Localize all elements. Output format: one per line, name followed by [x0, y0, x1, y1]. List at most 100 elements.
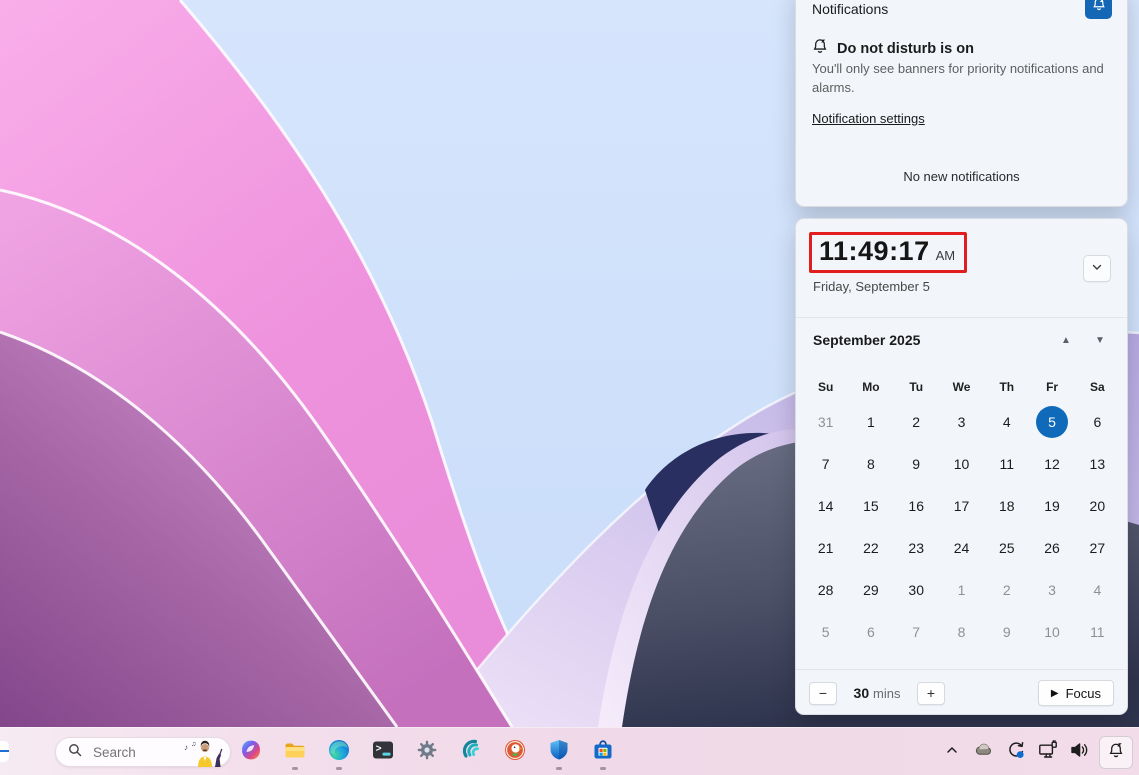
play-icon: ▶ [1051, 688, 1059, 699]
onedrive-tray-button[interactable] [971, 738, 997, 768]
calendar-day[interactable]: 16 [894, 485, 939, 527]
calendar-day[interactable]: 4 [984, 401, 1029, 443]
focus-plus-button[interactable]: + [917, 682, 945, 705]
running-indicator [292, 767, 298, 770]
windows-security-app-button[interactable] [547, 733, 571, 771]
calendar-day[interactable]: 27 [1075, 527, 1120, 569]
calendar-day[interactable]: 9 [894, 443, 939, 485]
calendar-day[interactable]: 3 [939, 401, 984, 443]
triangle-down-icon: ▼ [1095, 335, 1105, 346]
svg-text:♪: ♪ [184, 743, 188, 752]
terminal-icon: > [371, 738, 395, 767]
system-tray [939, 736, 1133, 769]
dnd-status-description: You'll only see banners for priority not… [812, 60, 1112, 98]
calendar-day[interactable]: 3 [1029, 569, 1074, 611]
calendar-day[interactable]: 12 [1029, 443, 1074, 485]
notification-settings-link[interactable]: Notification settings [812, 111, 925, 126]
calendar-day[interactable]: 15 [848, 485, 893, 527]
calendar-day[interactable]: 13 [1075, 443, 1120, 485]
calendar-prev-month-button[interactable]: ▲ [1049, 327, 1083, 353]
calendar-day[interactable]: 4 [1075, 569, 1120, 611]
calendar-day[interactable]: 6 [848, 611, 893, 653]
bell-sleep-icon [811, 37, 829, 60]
volume-tray-button[interactable] [1067, 738, 1093, 768]
microsoft-store-app-button[interactable] [591, 733, 615, 771]
calendar-day-header: We [939, 373, 984, 401]
update-pending-tray-button[interactable] [1003, 738, 1029, 768]
calendar-day[interactable]: 8 [848, 443, 893, 485]
duckduckgo-icon [503, 738, 527, 767]
calendar-day[interactable]: 2 [984, 569, 1029, 611]
calendar-day[interactable]: 18 [984, 485, 1029, 527]
calendar-day[interactable]: 10 [939, 443, 984, 485]
calendar-day[interactable]: 14 [803, 485, 848, 527]
calendar-grid: SuMoTuWeThFrSa31123456789101112131415161… [803, 373, 1120, 653]
waves-app-button[interactable] [459, 733, 483, 771]
file-explorer-app-button[interactable] [283, 733, 307, 771]
store-icon [591, 738, 615, 767]
svg-text:>: > [376, 744, 382, 755]
copilot-app-button[interactable] [239, 733, 263, 771]
start-button[interactable] [0, 741, 9, 762]
calendar-day[interactable]: 1 [939, 569, 984, 611]
calendar-day[interactable]: 24 [939, 527, 984, 569]
calendar-day[interactable]: 31 [803, 401, 848, 443]
calendar-day[interactable]: 21 [803, 527, 848, 569]
do-not-disturb-toggle-button[interactable] [1085, 0, 1112, 19]
search-input[interactable] [91, 744, 181, 761]
calendar-day[interactable]: 7 [803, 443, 848, 485]
calendar-day[interactable]: 9 [984, 611, 1029, 653]
calendar-day[interactable]: 6 [1075, 401, 1120, 443]
triangle-up-icon: ▲ [1061, 335, 1071, 346]
calendar-day[interactable]: 29 [848, 569, 893, 611]
taskbar: ♪ ♫ [0, 727, 1139, 775]
calendar-day[interactable]: 7 [894, 611, 939, 653]
sync-restart-icon [1005, 739, 1027, 766]
calendar-day[interactable]: 20 [1075, 485, 1120, 527]
calendar-next-month-button[interactable]: ▼ [1083, 327, 1117, 353]
calendar-day[interactable]: 2 [894, 401, 939, 443]
notification-center-button[interactable] [1099, 736, 1133, 769]
calendar-day[interactable]: 23 [894, 527, 939, 569]
calendar-day[interactable]: 5 [803, 611, 848, 653]
calendar-day[interactable]: 17 [939, 485, 984, 527]
calendar-month-label: September 2025 [813, 332, 920, 348]
notification-center-panel: Notifications Do not disturb is on You'l… [795, 0, 1128, 207]
clock-date: Friday, September 5 [813, 279, 930, 294]
chevron-down-icon [1091, 261, 1103, 276]
calendar-day[interactable]: 10 [1029, 611, 1074, 653]
copilot-icon [239, 738, 263, 767]
calendar-day[interactable]: 28 [803, 569, 848, 611]
clock-time: 11:49:17 [819, 236, 930, 267]
calendar-day[interactable]: 22 [848, 527, 893, 569]
duckduckgo-app-button[interactable] [503, 733, 527, 771]
focus-session-row: − 30 mins + ▶ Focus [809, 675, 1114, 711]
show-hidden-icons-button[interactable] [939, 738, 965, 768]
collapse-calendar-button[interactable] [1083, 255, 1111, 282]
calendar-day-header: Sa [1075, 373, 1120, 401]
search-highlight-image[interactable]: ♪ ♫ [181, 737, 233, 767]
calendar-day[interactable]: 19 [1029, 485, 1074, 527]
focus-minus-button[interactable]: − [809, 682, 837, 705]
edge-app-button[interactable] [327, 733, 351, 771]
calendar-day[interactable]: 1 [848, 401, 893, 443]
network-tray-button[interactable] [1035, 738, 1061, 768]
time-annotation-box: 11:49:17 AM [809, 232, 967, 273]
no-notifications-text: No new notifications [796, 169, 1127, 184]
terminal-app-button[interactable]: > [371, 733, 395, 771]
bell-dnd-icon [1091, 0, 1107, 15]
settings-app-button[interactable] [415, 733, 439, 771]
search-icon [67, 742, 83, 763]
calendar-day[interactable]: 11 [1075, 611, 1120, 653]
running-indicator [600, 767, 606, 770]
calendar-day[interactable]: 11 [984, 443, 1029, 485]
calendar-day[interactable]: 30 [894, 569, 939, 611]
focus-start-button[interactable]: ▶ Focus [1038, 680, 1114, 706]
calendar-day[interactable]: 25 [984, 527, 1029, 569]
search-box[interactable]: ♪ ♫ [55, 737, 231, 767]
calendar-day[interactable]: 8 [939, 611, 984, 653]
dnd-status-title: Do not disturb is on [837, 41, 974, 57]
calendar-day[interactable]: 26 [1029, 527, 1074, 569]
notifications-title: Notifications [812, 1, 888, 17]
calendar-day-selected[interactable]: 5 [1029, 401, 1074, 443]
